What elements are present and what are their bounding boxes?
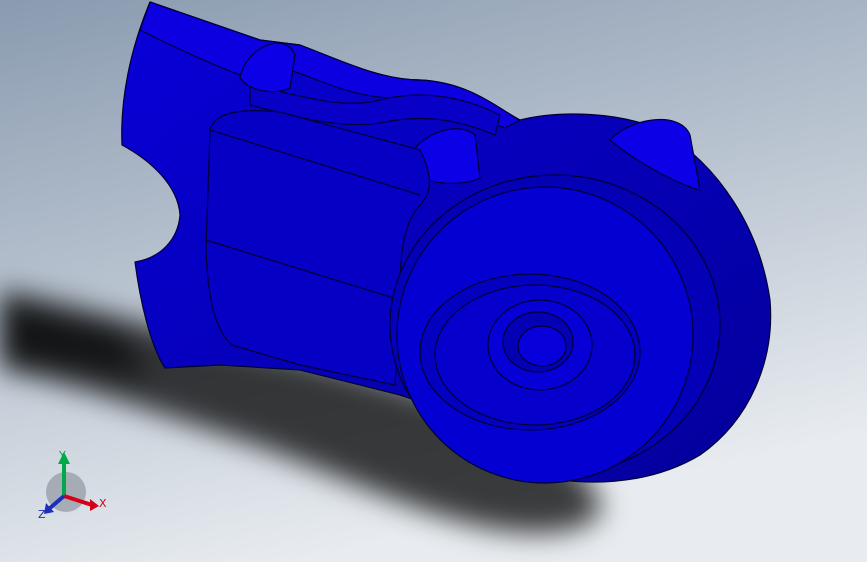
triad-x-label: X <box>99 497 107 510</box>
triad-y-label: Y <box>58 449 66 462</box>
viewport-scene: Y X Z <box>0 0 867 562</box>
3d-viewport[interactable]: Y X Z <box>0 0 867 562</box>
triad-z-label: Z <box>38 508 46 521</box>
part-hub-center <box>517 325 567 367</box>
